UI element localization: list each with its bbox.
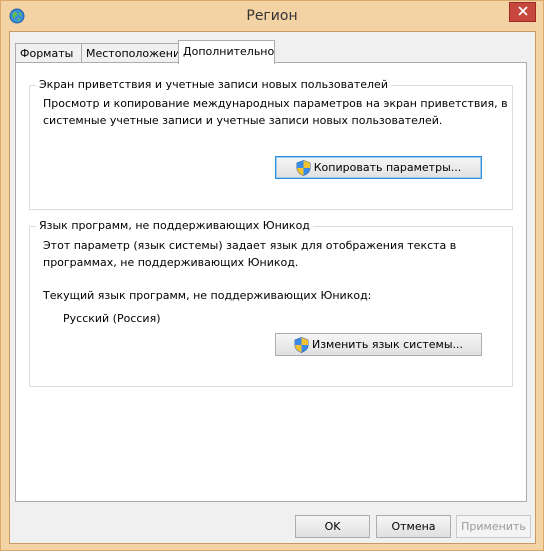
group-title: Язык программ, не поддерживающих Юникод [36, 219, 313, 232]
tab-formats[interactable]: Форматы [15, 43, 82, 63]
description-line: Просмотр и копирование международных пар… [43, 97, 508, 110]
button-label: Копировать параметры... [313, 161, 462, 174]
tab-panel-advanced: Экран приветствия и учетные записи новых… [15, 62, 527, 502]
close-button[interactable] [509, 2, 536, 22]
description-line: программах, не поддерживающих Юникод. [43, 256, 299, 269]
current-language-label: Текущий язык программ, не поддерживающих… [43, 289, 372, 302]
region-dialog: Регион Форматы Местоположение Дополнител… [0, 0, 544, 551]
apply-button[interactable]: Применить [456, 515, 531, 538]
description-line: Этот параметр (язык системы) задает язык… [43, 239, 457, 252]
tab-label: Форматы [20, 47, 74, 60]
group-description: Просмотр и копирование международных пар… [43, 95, 508, 129]
group-description: Этот параметр (язык системы) задает язык… [43, 237, 456, 271]
button-label: OK [324, 520, 341, 533]
button-label: Отмена [391, 520, 436, 533]
uac-shield-icon [294, 336, 309, 353]
window-title: Регион [246, 8, 298, 24]
button-label: Применить [461, 520, 526, 533]
copy-settings-button[interactable]: Копировать параметры... [275, 156, 482, 179]
cancel-button[interactable]: Отмена [376, 515, 451, 538]
tab-advanced[interactable]: Дополнительно [178, 40, 275, 64]
description-line: системные учетные записи и учетные запис… [43, 114, 443, 127]
dialog-client: Форматы Местоположение Дополнительно Экр… [9, 31, 536, 544]
group-title: Экран приветствия и учетные записи новых… [36, 78, 391, 91]
change-system-locale-button[interactable]: Изменить язык системы... [275, 333, 482, 356]
group-non-unicode: Язык программ, не поддерживающих Юникод … [29, 219, 513, 387]
uac-shield-icon [296, 159, 311, 176]
tab-label: Местоположение [86, 47, 187, 60]
close-icon [517, 5, 528, 19]
ok-button[interactable]: OK [295, 515, 370, 538]
tab-label: Дополнительно [183, 45, 275, 58]
title-bar[interactable]: Регион [1, 1, 543, 31]
button-label: Изменить язык системы... [311, 338, 464, 351]
tab-location[interactable]: Местоположение [81, 43, 187, 63]
current-language-value: Русский (Россия) [63, 312, 161, 325]
group-welcome-screen: Экран приветствия и учетные записи новых… [29, 78, 513, 210]
